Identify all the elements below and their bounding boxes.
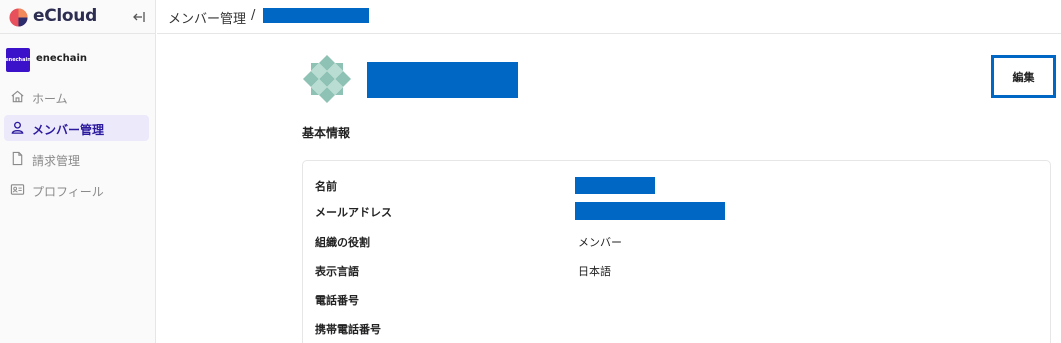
home-icon [11, 90, 24, 103]
name-value-redacted [575, 177, 655, 194]
id-card-icon [10, 184, 25, 195]
sidebar-item-members[interactable]: メンバー管理 [4, 115, 149, 141]
field-row-language: 表示言語 日本語 [303, 258, 1052, 282]
sidebar-item-label: メンバー管理 [32, 123, 105, 137]
field-value: 日本語 [578, 265, 611, 278]
field-row-name: 名前 [303, 173, 1052, 197]
breadcrumb-current-redacted [263, 8, 369, 23]
field-label: 組織の役割 [315, 236, 370, 249]
field-row-email: メールアドレス [303, 199, 1052, 223]
sidebar-nav: ホーム メンバー管理 請求管理 プロフィール [4, 84, 149, 208]
brand-name: eCloud [33, 6, 97, 26]
sidebar-item-label: ホーム [32, 92, 68, 106]
org-avatar: enechain [5, 48, 31, 72]
field-row-mobile: 携帯電話番号 [303, 316, 1052, 340]
basic-info-card: 名前 メールアドレス 組織の役割 メンバー 表示言語 日本語 電話番号 携帯電話… [302, 160, 1051, 343]
field-label: メールアドレス [315, 206, 392, 219]
org-name: enechain [36, 53, 88, 64]
sidebar-item-home[interactable]: ホーム [4, 84, 149, 110]
collapse-sidebar-icon[interactable] [131, 9, 147, 25]
field-label: 電話番号 [315, 294, 359, 307]
brand: eCloud [0, 0, 156, 34]
email-value-redacted [575, 202, 725, 220]
field-label: 名前 [315, 180, 337, 193]
breadcrumb: メンバー管理 / [157, 0, 1061, 34]
user-avatar [301, 53, 353, 105]
sidebar: eCloud enechain enechain ホーム メンバー管理 請求管理… [0, 0, 156, 343]
section-title: 基本情報 [302, 126, 351, 140]
edit-button[interactable]: 編集 [991, 55, 1056, 98]
breadcrumb-separator: / [251, 8, 256, 23]
field-label: 携帯電話番号 [315, 323, 381, 336]
field-row-phone: 電話番号 [303, 287, 1052, 311]
field-value: メンバー [578, 236, 622, 249]
org-switcher[interactable]: enechain enechain [0, 43, 156, 77]
user-name-redacted [367, 62, 518, 98]
breadcrumb-members-link[interactable]: メンバー管理 [168, 8, 246, 27]
user-icon [11, 121, 24, 134]
document-icon [12, 151, 23, 166]
ecloud-logo-icon [9, 8, 28, 27]
sidebar-item-label: プロフィール [32, 185, 104, 199]
sidebar-item-profile[interactable]: プロフィール [4, 177, 149, 203]
sidebar-item-billing[interactable]: 請求管理 [4, 146, 149, 172]
field-label: 表示言語 [315, 265, 359, 278]
sidebar-item-label: 請求管理 [32, 154, 81, 168]
field-row-role: 組織の役割 メンバー [303, 229, 1052, 253]
app: eCloud enechain enechain ホーム メンバー管理 請求管理… [0, 0, 1061, 343]
